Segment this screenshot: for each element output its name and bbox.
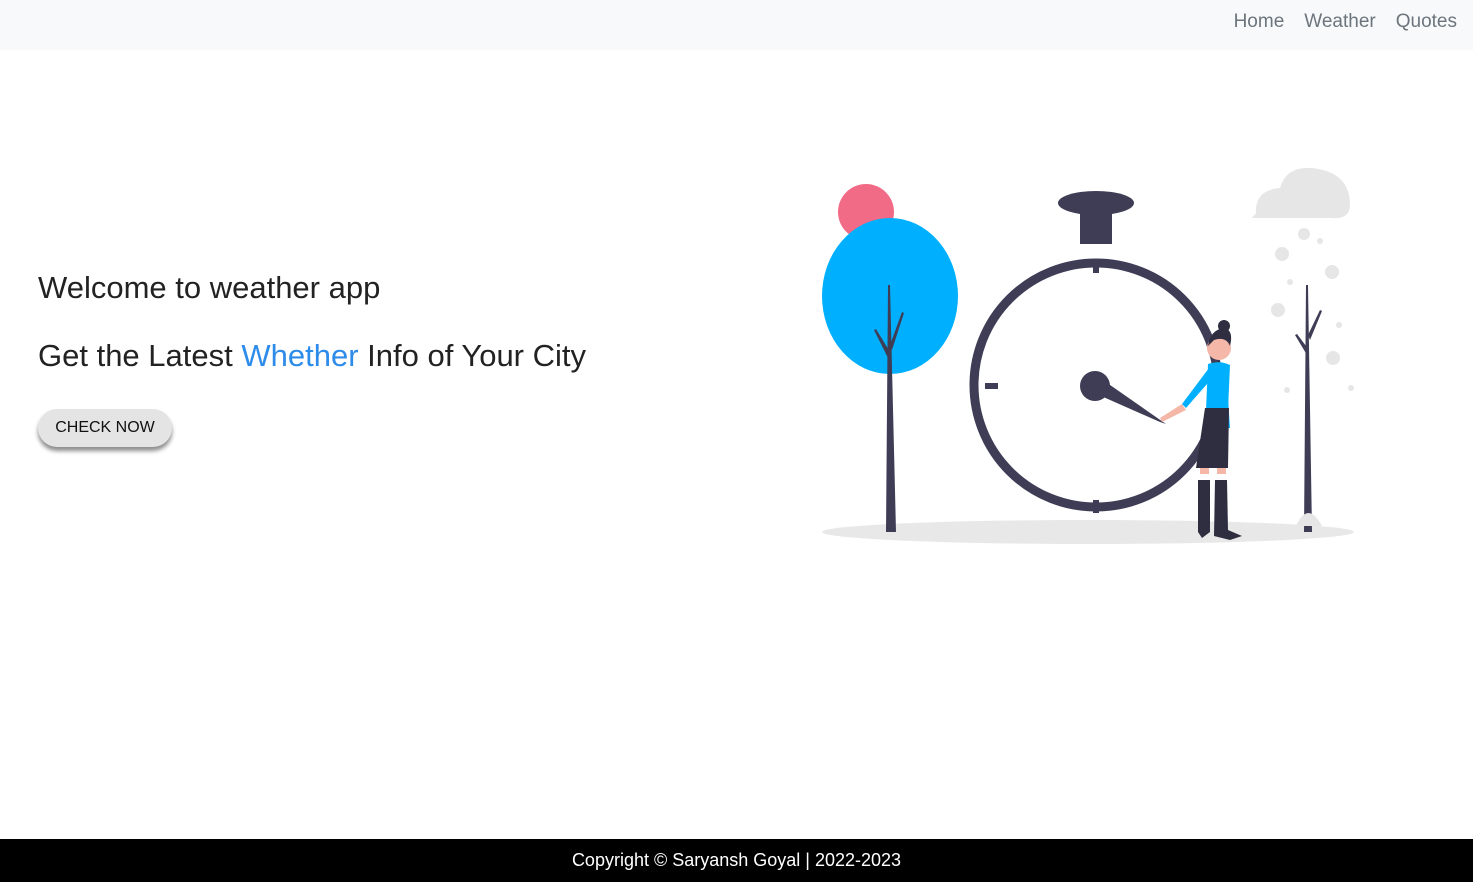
- clock-tick-9: [985, 383, 998, 389]
- hero-subtitle: Get the Latest Whether Info of Your City: [38, 334, 586, 378]
- subtitle-prefix: Get the Latest: [38, 338, 242, 373]
- nav-links: Home Weather Quotes: [1234, 10, 1457, 34]
- snow-tree: [1252, 167, 1354, 532]
- nav-link-quotes[interactable]: Quotes: [1396, 10, 1457, 34]
- clock-tick-12: [1093, 260, 1099, 273]
- clock-illustration: [822, 167, 1354, 544]
- footer: Copyright © Saryansh Goyal | 2022-2023: [0, 839, 1473, 882]
- subtitle-suffix: Info of Your City: [358, 338, 587, 373]
- clock-crown-stem: [1080, 208, 1112, 244]
- hero-title: Welcome to weather app: [38, 270, 381, 305]
- check-now-button[interactable]: CHECK NOW: [38, 409, 172, 447]
- ground-shadow: [822, 520, 1354, 544]
- nav-link-home[interactable]: Home: [1234, 10, 1285, 34]
- navbar: Home Weather Quotes: [0, 0, 1473, 50]
- nav-link-weather[interactable]: Weather: [1304, 10, 1375, 34]
- hero-section: Welcome to weather app Get the Latest Wh…: [38, 266, 586, 378]
- subtitle-highlight: Whether: [241, 338, 359, 373]
- copyright-text: Copyright © Saryansh Goyal | 2022-2023: [571, 850, 902, 870]
- clock-tick-6: [1093, 500, 1099, 513]
